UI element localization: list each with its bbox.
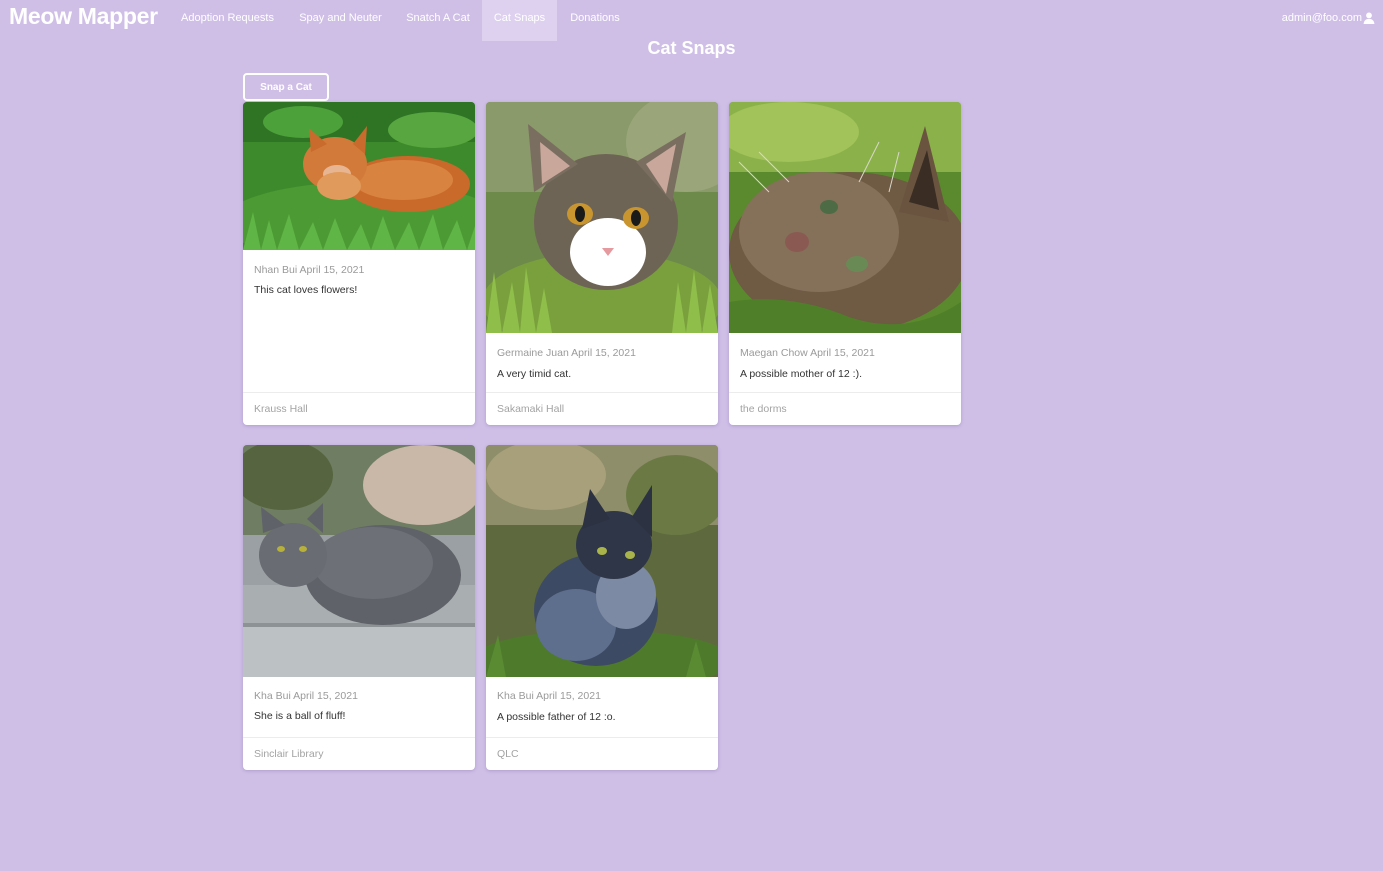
card-footer: Sinclair Library xyxy=(243,737,475,770)
brand-logo[interactable]: Meow Mapper xyxy=(9,3,158,30)
user-email: admin@foo.com xyxy=(1281,12,1362,24)
card-location: the dorms xyxy=(740,403,787,415)
nav-item-cat-snaps[interactable]: Cat Snaps xyxy=(482,0,557,41)
nav-item-spay-and-neuter[interactable]: Spay and Neuter xyxy=(289,0,392,41)
cat-card[interactable]: Maegan Chow April 15, 2021 A possible mo… xyxy=(729,102,961,425)
card-author: Kha Bui xyxy=(497,690,534,702)
cat-photo xyxy=(243,102,475,250)
snap-a-cat-button[interactable]: Snap a Cat xyxy=(243,73,329,101)
card-description: She is a ball of fluff! xyxy=(254,710,346,722)
card-meta: Kha Bui April 15, 2021 xyxy=(254,690,358,702)
card-date: April 15, 2021 xyxy=(810,347,875,359)
navbar: Meow Mapper Adoption Requests Spay and N… xyxy=(0,0,1383,41)
cat-card[interactable]: Kha Bui April 15, 2021 She is a ball of … xyxy=(243,445,475,770)
cat-card[interactable]: Kha Bui April 15, 2021 A possible father… xyxy=(486,445,718,770)
cat-card[interactable]: Nhan Bui April 15, 2021 This cat loves f… xyxy=(243,102,475,425)
card-footer: the dorms xyxy=(729,392,961,425)
nav-item-adoption-requests[interactable]: Adoption Requests xyxy=(170,0,285,41)
card-description: A possible mother of 12 :). xyxy=(740,368,862,380)
card-location: Sakamaki Hall xyxy=(497,403,565,415)
card-author: Nhan Bui xyxy=(254,264,298,276)
cat-photo xyxy=(486,102,718,333)
card-footer: QLC xyxy=(486,737,718,770)
page-title: Cat Snaps xyxy=(647,38,736,58)
card-author: Kha Bui xyxy=(254,690,291,702)
card-location: Sinclair Library xyxy=(254,748,324,760)
nav-item-snatch-a-cat[interactable]: Snatch A Cat xyxy=(396,0,480,41)
card-meta: Maegan Chow April 15, 2021 xyxy=(740,347,875,359)
card-description: This cat loves flowers! xyxy=(254,284,358,296)
card-footer: Sakamaki Hall xyxy=(486,392,718,425)
card-description: A possible father of 12 :o. xyxy=(497,711,616,723)
cat-photo xyxy=(486,445,718,677)
user-icon xyxy=(1363,12,1375,24)
card-footer: Krauss Hall xyxy=(243,392,475,425)
nav-item-donations[interactable]: Donations xyxy=(559,0,631,41)
card-location: Krauss Hall xyxy=(254,403,308,415)
card-description: A very timid cat. xyxy=(497,368,572,380)
card-date: April 15, 2021 xyxy=(293,690,358,702)
cat-card[interactable]: Germaine Juan April 15, 2021 A very timi… xyxy=(486,102,718,425)
user-menu[interactable]: admin@foo.com xyxy=(1282,0,1375,36)
card-date: April 15, 2021 xyxy=(536,690,601,702)
card-author: Germaine Juan xyxy=(497,347,569,359)
card-date: April 15, 2021 xyxy=(571,347,636,359)
card-meta: Germaine Juan April 15, 2021 xyxy=(497,347,636,359)
card-meta: Nhan Bui April 15, 2021 xyxy=(254,264,364,276)
card-meta: Kha Bui April 15, 2021 xyxy=(497,690,601,702)
card-author: Maegan Chow xyxy=(740,347,808,359)
cat-photo xyxy=(729,102,961,333)
card-date: April 15, 2021 xyxy=(299,264,365,276)
cat-photo xyxy=(243,445,475,677)
card-location: QLC xyxy=(497,748,519,760)
